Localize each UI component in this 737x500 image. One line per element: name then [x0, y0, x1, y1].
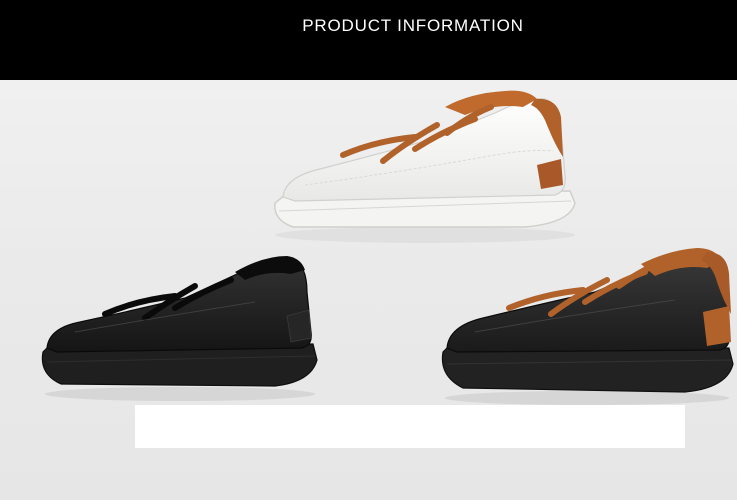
black-sneaker-image [41, 256, 318, 401]
black-brown-sneaker-image [441, 248, 734, 405]
header-bar: PRODUCT INFORMATION [0, 0, 737, 80]
page-title: PRODUCT INFORMATION [302, 16, 524, 35]
white-sneaker-image [274, 90, 576, 243]
caption-strip [135, 405, 685, 448]
